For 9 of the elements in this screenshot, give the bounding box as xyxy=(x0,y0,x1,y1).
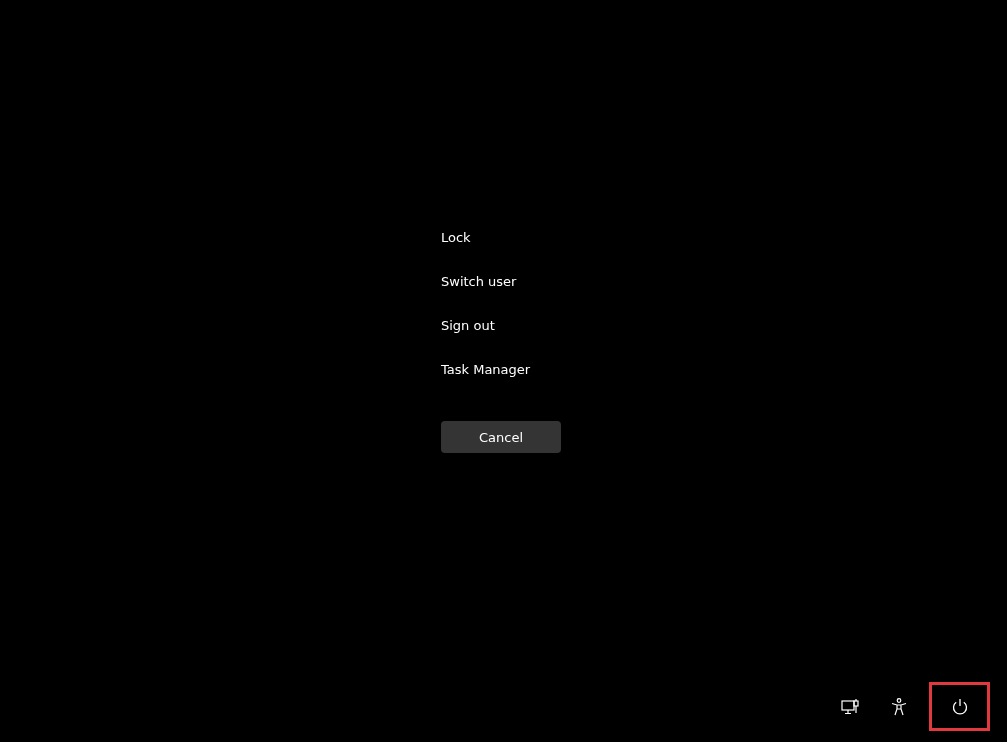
power-button[interactable] xyxy=(929,682,990,731)
menu-item[interactable]: Task Manager xyxy=(441,359,531,381)
menu-item[interactable]: Sign out xyxy=(441,315,495,337)
cancel-button[interactable]: Cancel xyxy=(441,421,561,453)
menu-item[interactable]: Switch user xyxy=(441,271,517,293)
accessibility-icon xyxy=(890,697,907,716)
power-icon xyxy=(950,697,969,716)
menu-item[interactable]: Lock xyxy=(441,227,471,249)
network-icon xyxy=(840,697,859,716)
